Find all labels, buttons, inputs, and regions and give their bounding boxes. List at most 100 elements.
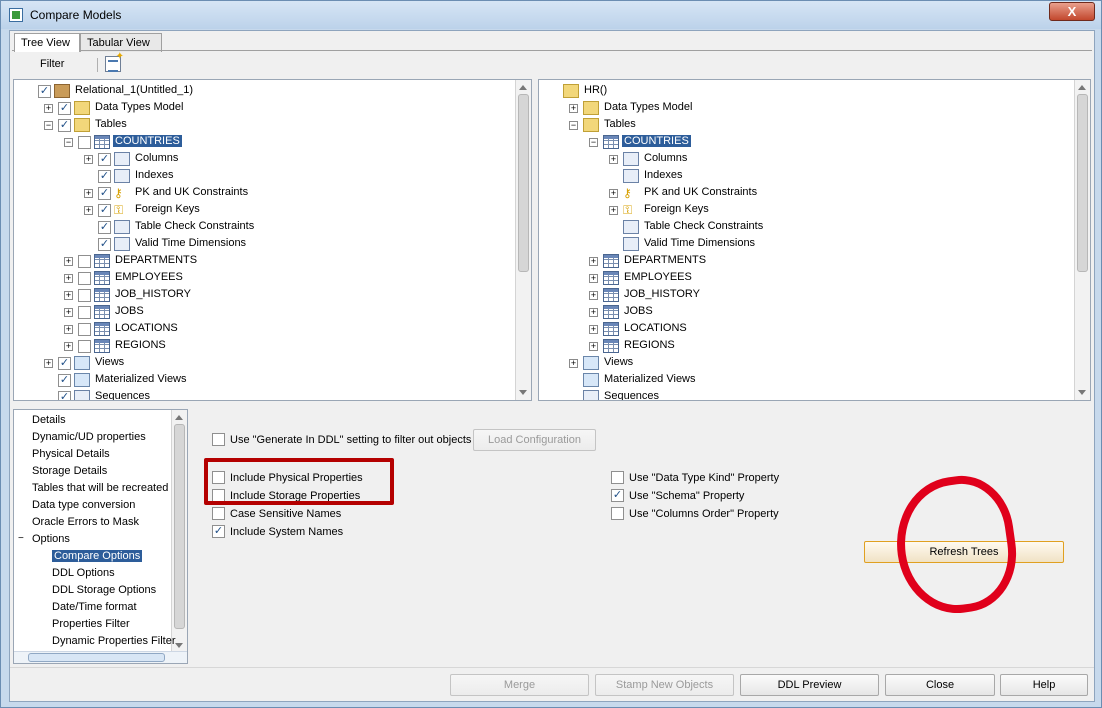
expand-icon[interactable]: + bbox=[44, 104, 53, 113]
tree-node-label[interactable]: Foreign Keys bbox=[642, 203, 711, 215]
details-tree-item[interactable]: Storage Details bbox=[32, 465, 107, 477]
expand-icon[interactable]: + bbox=[84, 206, 93, 215]
details-tree-label[interactable]: DDL Options bbox=[52, 567, 115, 579]
tree-checkbox[interactable] bbox=[78, 340, 91, 353]
scroll-up-icon[interactable] bbox=[175, 415, 183, 420]
tree-node-label[interactable]: PK and UK Constraints bbox=[642, 186, 759, 198]
expand-icon[interactable]: + bbox=[569, 359, 578, 368]
details-tree-item[interactable]: Data type conversion bbox=[32, 499, 135, 511]
expand-icon[interactable]: + bbox=[64, 274, 73, 283]
tree-node-label[interactable]: EMPLOYEES bbox=[113, 271, 185, 283]
tree-checkbox[interactable]: ✓ bbox=[58, 374, 71, 387]
details-tree-label[interactable]: Oracle Errors to Mask bbox=[32, 516, 139, 528]
tree-checkbox[interactable]: ✓ bbox=[98, 204, 111, 217]
tree-node-label[interactable]: LOCATIONS bbox=[113, 322, 180, 334]
details-tree-item[interactable]: Properties Filter bbox=[52, 618, 130, 630]
tree-node-label[interactable]: Relational_1(Untitled_1) bbox=[73, 84, 195, 96]
details-tree-label[interactable]: DDL Storage Options bbox=[52, 584, 156, 596]
tree-checkbox[interactable] bbox=[78, 272, 91, 285]
scroll-down-icon[interactable] bbox=[175, 643, 183, 648]
tree-node-label[interactable]: Table Check Constraints bbox=[642, 220, 765, 232]
details-tree-label[interactable]: Data type conversion bbox=[32, 499, 135, 511]
scroll-down-icon[interactable] bbox=[1078, 390, 1086, 395]
expand-icon[interactable]: + bbox=[84, 155, 93, 164]
filter-settings-icon[interactable] bbox=[105, 51, 124, 72]
tree-node-label[interactable]: Materialized Views bbox=[602, 373, 698, 385]
expand-icon[interactable]: + bbox=[589, 274, 598, 283]
right-tree-scroll-thumb[interactable] bbox=[1077, 94, 1088, 272]
tree-checkbox[interactable] bbox=[78, 289, 91, 302]
details-tree-label[interactable]: Date/Time format bbox=[52, 601, 137, 613]
collapse-icon[interactable]: − bbox=[569, 121, 578, 130]
details-tree-item[interactable]: − Options bbox=[18, 533, 70, 545]
details-tree-item[interactable]: Oracle Errors to Mask bbox=[32, 516, 139, 528]
expand-icon[interactable]: + bbox=[569, 104, 578, 113]
details-tree-item[interactable]: Details bbox=[32, 414, 66, 426]
tree-node-label[interactable]: Valid Time Dimensions bbox=[642, 237, 757, 249]
expand-icon[interactable]: + bbox=[64, 308, 73, 317]
details-tree-item[interactable]: Compare Options bbox=[52, 550, 143, 562]
details-tree-item[interactable]: Physical Details bbox=[32, 448, 110, 460]
details-vertical-scrollbar[interactable] bbox=[171, 410, 187, 653]
tree-node-label[interactable]: Data Types Model bbox=[602, 101, 694, 113]
merge-button[interactable]: Merge bbox=[450, 674, 589, 696]
tree-node-label[interactable]: JOBS bbox=[622, 305, 655, 317]
tree-node-label[interactable]: JOBS bbox=[113, 305, 146, 317]
collapse-icon[interactable]: − bbox=[18, 533, 24, 544]
expand-icon[interactable]: + bbox=[64, 342, 73, 351]
scroll-up-icon[interactable] bbox=[1078, 85, 1086, 90]
details-tree-label[interactable]: Physical Details bbox=[32, 448, 110, 460]
expand-icon[interactable]: + bbox=[84, 189, 93, 198]
details-horizontal-scrollbar[interactable] bbox=[14, 651, 187, 663]
use-schema-checkbox[interactable]: ✓ bbox=[611, 489, 624, 502]
help-button[interactable]: Help bbox=[1000, 674, 1088, 696]
tree-checkbox[interactable]: ✓ bbox=[98, 238, 111, 251]
tree-node-label[interactable]: COUNTRIES bbox=[622, 135, 691, 147]
generate-in-ddl-checkbox[interactable] bbox=[212, 433, 225, 446]
expand-icon[interactable]: + bbox=[64, 291, 73, 300]
tree-node-label[interactable]: Table Check Constraints bbox=[133, 220, 256, 232]
tree-checkbox[interactable]: ✓ bbox=[58, 391, 71, 400]
tree-checkbox[interactable]: ✓ bbox=[58, 357, 71, 370]
tree-node-label[interactable]: HR() bbox=[582, 84, 609, 96]
details-tree-item[interactable]: Tables that will be recreated bbox=[32, 482, 168, 494]
tree-node-label[interactable]: EMPLOYEES bbox=[622, 271, 694, 283]
tree-node-label[interactable]: Tables bbox=[602, 118, 638, 130]
right-tree-vertical-scrollbar[interactable] bbox=[1074, 80, 1090, 400]
load-configuration-button[interactable]: Load Configuration bbox=[473, 429, 596, 451]
tree-node-label[interactable]: COUNTRIES bbox=[113, 135, 182, 147]
scroll-down-icon[interactable] bbox=[519, 390, 527, 395]
details-tree-label[interactable]: Dynamic Properties Filter bbox=[52, 635, 175, 647]
expand-icon[interactable]: + bbox=[64, 257, 73, 266]
tree-checkbox[interactable] bbox=[78, 306, 91, 319]
details-options-tree[interactable]: Details Dynamic/UD properties Physical Det… bbox=[13, 409, 188, 664]
tree-node-label[interactable]: Materialized Views bbox=[93, 373, 189, 385]
stamp-new-objects-button[interactable]: Stamp New Objects bbox=[595, 674, 734, 696]
collapse-icon[interactable]: − bbox=[589, 138, 598, 147]
use-data-type-kind-checkbox[interactable] bbox=[611, 471, 624, 484]
expand-icon[interactable]: + bbox=[609, 189, 618, 198]
tree-node-label[interactable]: REGIONS bbox=[622, 339, 677, 351]
expand-icon[interactable]: + bbox=[589, 342, 598, 351]
tree-node-label[interactable]: REGIONS bbox=[113, 339, 168, 351]
expand-icon[interactable]: + bbox=[589, 325, 598, 334]
tree-checkbox[interactable] bbox=[78, 255, 91, 268]
ddl-preview-button[interactable]: DDL Preview bbox=[740, 674, 879, 696]
tree-node-label[interactable]: Sequences bbox=[602, 390, 661, 400]
collapse-icon[interactable]: − bbox=[44, 121, 53, 130]
tree-checkbox[interactable]: ✓ bbox=[98, 221, 111, 234]
tree-node-label[interactable]: Indexes bbox=[133, 169, 176, 181]
right-model-tree[interactable]: HR() + Data Types Model − Tables − COUNTRIES + C… bbox=[538, 79, 1091, 401]
tree-node-label[interactable]: Views bbox=[602, 356, 635, 368]
tree-node-label[interactable]: Foreign Keys bbox=[133, 203, 202, 215]
tree-node-label[interactable]: DEPARTMENTS bbox=[622, 254, 708, 266]
tree-checkbox[interactable]: ✓ bbox=[38, 85, 51, 98]
details-tree-item[interactable]: Date/Time format bbox=[52, 601, 137, 613]
tree-node-label[interactable]: Valid Time Dimensions bbox=[133, 237, 248, 249]
use-columns-order-checkbox[interactable] bbox=[611, 507, 624, 520]
tree-checkbox[interactable] bbox=[78, 136, 91, 149]
details-tree-label[interactable]: Tables that will be recreated bbox=[32, 482, 168, 494]
tree-node-label[interactable]: Sequences bbox=[93, 390, 152, 400]
window-close-button[interactable]: X bbox=[1049, 2, 1095, 21]
tree-node-label[interactable]: Columns bbox=[133, 152, 180, 164]
